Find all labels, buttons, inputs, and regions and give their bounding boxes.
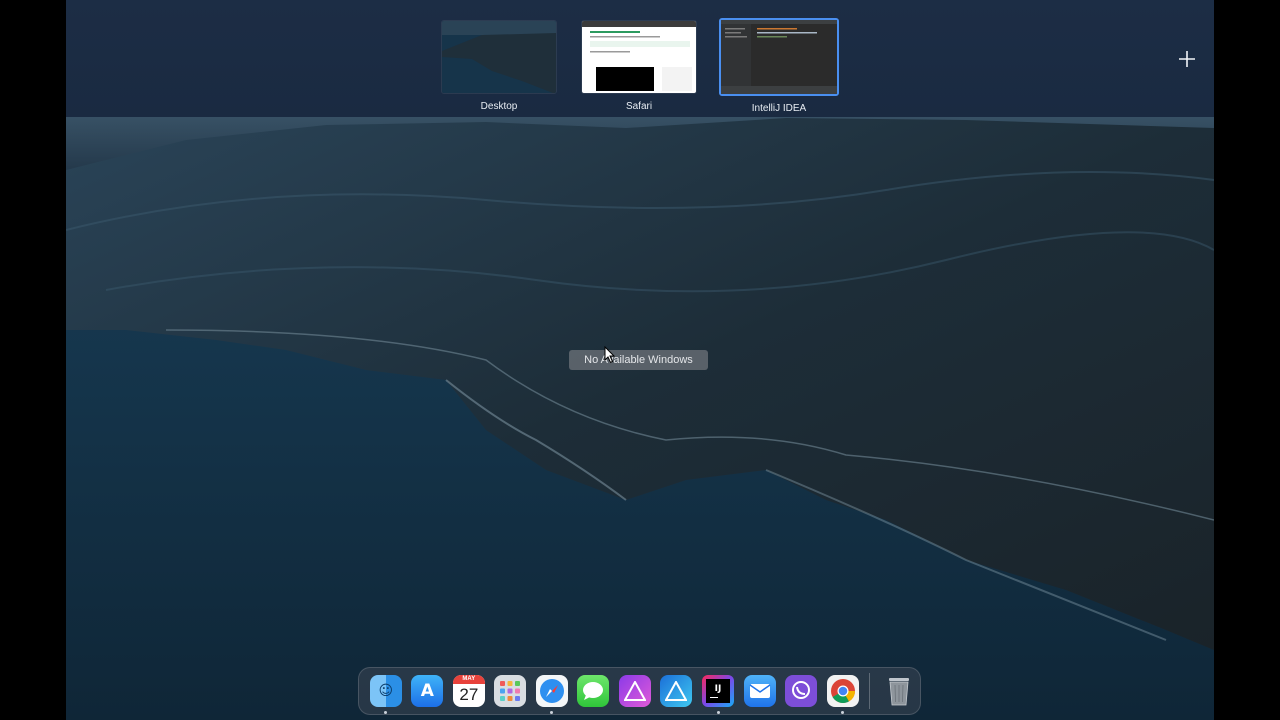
intellij-thumbnail[interactable] xyxy=(719,18,839,96)
desktop-thumbnail[interactable] xyxy=(441,20,557,94)
dock-app-intellij-idea[interactable]: IJ xyxy=(697,667,739,715)
dock-app-affinity-photo[interactable] xyxy=(614,667,656,715)
trash-icon xyxy=(883,675,915,707)
running-indicator xyxy=(841,711,845,714)
dock: ☺ A MAY 27 IJ xyxy=(358,667,921,715)
calendar-icon: MAY 27 xyxy=(452,675,485,707)
space-label-intellij: IntelliJ IDEA xyxy=(751,103,807,114)
finder-icon: ☺ xyxy=(369,675,402,707)
dock-app-trash[interactable] xyxy=(878,667,920,715)
dock-app-mail[interactable] xyxy=(739,667,781,715)
calendar-month: MAY xyxy=(452,675,485,684)
desktop-screen: Desktop Safari IntelliJ IDEA No Availabl… xyxy=(66,0,1214,720)
dock-app-finder[interactable]: ☺ xyxy=(365,667,407,715)
space-label-safari: Safari xyxy=(625,101,653,112)
viber-icon xyxy=(785,675,818,707)
dock-app-calendar[interactable]: MAY 27 xyxy=(448,667,490,715)
dock-app-safari[interactable] xyxy=(531,667,573,715)
running-indicator xyxy=(384,711,388,714)
running-indicator xyxy=(550,711,554,714)
launchpad-icon xyxy=(494,675,527,707)
dock-app-messages[interactable] xyxy=(573,667,615,715)
space-intellij-idea[interactable]: IntelliJ IDEA xyxy=(719,18,839,114)
affinity-photo-icon xyxy=(618,675,651,707)
app-store-icon: A xyxy=(411,675,444,707)
dock-app-launchpad[interactable] xyxy=(490,667,532,715)
safari-thumbnail[interactable] xyxy=(581,20,697,94)
calendar-day: 27 xyxy=(459,685,479,704)
affinity-designer-icon xyxy=(660,675,693,707)
mission-control-spaces-bar: Desktop Safari IntelliJ IDEA xyxy=(66,0,1214,117)
add-space-button[interactable] xyxy=(1176,48,1198,70)
plus-icon xyxy=(1179,51,1195,67)
mail-icon xyxy=(743,675,776,707)
chrome-icon xyxy=(826,675,859,707)
space-desktop[interactable]: Desktop xyxy=(440,20,558,112)
safari-icon xyxy=(535,675,568,707)
mouse-cursor-icon xyxy=(604,346,616,364)
dock-app-app-store[interactable]: A xyxy=(407,667,449,715)
running-indicator xyxy=(716,711,720,714)
intellij-icon: IJ xyxy=(702,675,735,707)
messages-icon xyxy=(577,675,610,707)
dock-separator xyxy=(869,673,871,709)
no-available-windows-label: No Available Windows xyxy=(569,350,708,370)
space-safari[interactable]: Safari xyxy=(580,20,698,112)
dock-app-affinity-designer[interactable] xyxy=(656,667,698,715)
dock-app-chrome[interactable] xyxy=(822,667,864,715)
dock-app-viber[interactable] xyxy=(780,667,822,715)
space-label-desktop: Desktop xyxy=(480,101,518,112)
